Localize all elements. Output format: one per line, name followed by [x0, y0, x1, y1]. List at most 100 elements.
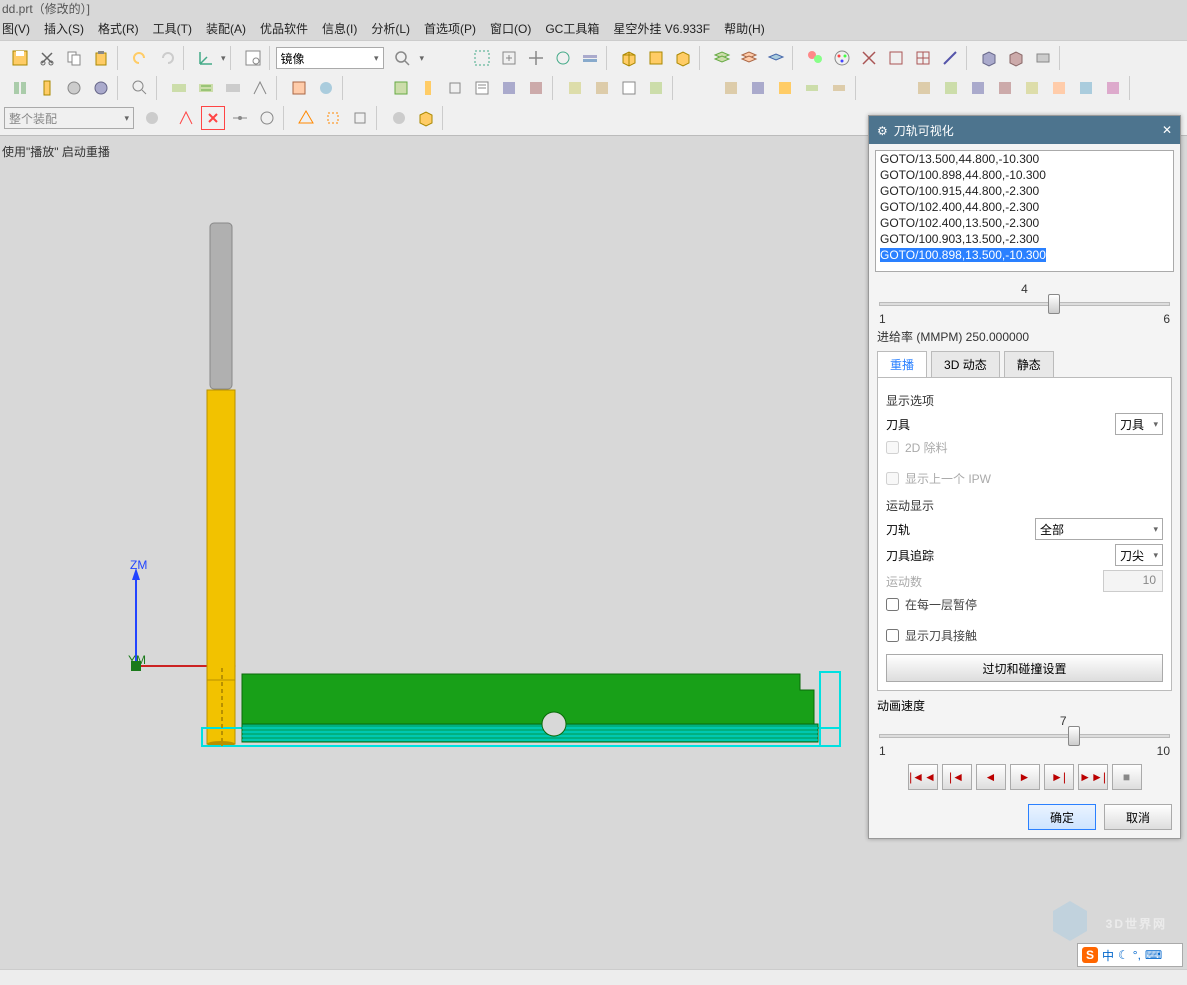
view-front-icon[interactable] [644, 46, 668, 70]
layer-icon[interactable] [578, 46, 602, 70]
r2m-icon[interactable] [993, 76, 1017, 100]
op7-icon[interactable] [314, 76, 338, 100]
slider2-thumb[interactable] [1068, 726, 1080, 746]
goto-line[interactable]: GOTO/102.400,44.800,-2.300 [876, 199, 1173, 215]
r2n-icon[interactable] [1020, 76, 1044, 100]
r2e-icon[interactable] [719, 76, 743, 100]
op5-icon[interactable] [248, 76, 272, 100]
r2h-icon[interactable] [800, 76, 824, 100]
paint-icon[interactable] [830, 46, 854, 70]
method-icon[interactable] [89, 76, 113, 100]
r3c-icon[interactable] [201, 106, 225, 130]
grid-icon[interactable] [911, 46, 935, 70]
measure-icon[interactable] [938, 46, 962, 70]
menu-info[interactable]: 信息(I) [322, 20, 357, 37]
r3i-icon[interactable] [387, 106, 411, 130]
r3h-icon[interactable] [348, 106, 372, 130]
slider1-thumb[interactable] [1048, 294, 1060, 314]
view-trimetric-icon[interactable] [617, 46, 641, 70]
ime-moon-icon[interactable]: ☾ [1118, 948, 1129, 962]
menu-window[interactable]: 窗口(O) [490, 20, 531, 37]
goto-list[interactable]: GOTO/13.500,44.800,-10.300 GOTO/100.898,… [875, 150, 1174, 272]
geom-icon[interactable] [62, 76, 86, 100]
part2-icon[interactable] [1004, 46, 1028, 70]
menu-insert[interactable]: 插入(S) [44, 20, 84, 37]
menu-analysis[interactable]: 分析(L) [371, 20, 410, 37]
goto-line[interactable]: GOTO/100.915,44.800,-2.300 [876, 183, 1173, 199]
panel-header[interactable]: ⚙刀轨可视化 ✕ [869, 116, 1180, 144]
r2b-icon[interactable] [590, 76, 614, 100]
rewind-button[interactable]: ◄ [976, 764, 1006, 790]
menu-tools[interactable]: 工具(T) [153, 20, 192, 37]
search-icon[interactable] [390, 46, 414, 70]
r3g-icon[interactable] [321, 106, 345, 130]
r2o-icon[interactable] [1047, 76, 1071, 100]
tab-3d[interactable]: 3D 动态 [931, 351, 1000, 377]
stop-button[interactable]: ■ [1112, 764, 1142, 790]
r2l-icon[interactable] [966, 76, 990, 100]
horizontal-scrollbar[interactable] [0, 969, 1187, 985]
assembly-combo[interactable]: 整个装配▾ [4, 107, 134, 129]
menu-pref[interactable]: 首选项(P) [424, 20, 476, 37]
menu-view[interactable]: 图(V) [2, 20, 30, 37]
gouge-settings-button[interactable]: 过切和碰撞设置 [886, 654, 1163, 682]
gen-icon[interactable] [389, 76, 413, 100]
part3-icon[interactable] [1031, 46, 1055, 70]
cut-icon[interactable] [35, 46, 59, 70]
pan-icon[interactable] [524, 46, 548, 70]
cancel-button[interactable]: 取消 [1104, 804, 1172, 830]
op3-icon[interactable] [194, 76, 218, 100]
edges-icon[interactable] [857, 46, 881, 70]
verify-icon[interactable] [416, 76, 440, 100]
goto-line[interactable]: GOTO/13.500,44.800,-10.300 [876, 151, 1173, 167]
zoom-icon[interactable] [497, 46, 521, 70]
menu-yupin[interactable]: 优品软件 [260, 20, 308, 37]
view-shaded-icon[interactable] [671, 46, 695, 70]
layers3-icon[interactable] [764, 46, 788, 70]
tool-select[interactable]: 刀具▾ [1115, 413, 1163, 435]
goto-line[interactable]: GOTO/100.898,13.500,-10.300 [876, 247, 1173, 263]
cb-contact[interactable]: 显示刀具接触 [886, 627, 1163, 644]
ime-cn[interactable]: 中 [1102, 947, 1114, 964]
menu-gctool[interactable]: GC工具箱 [545, 20, 599, 37]
selection-combo[interactable]: 镜像▾ [276, 47, 384, 69]
op4-icon[interactable] [221, 76, 245, 100]
ime-sogou-icon[interactable]: S [1082, 947, 1098, 963]
goto-line[interactable]: GOTO/102.400,13.500,-2.300 [876, 215, 1173, 231]
tool-create-icon[interactable] [35, 76, 59, 100]
r3d-icon[interactable] [228, 106, 252, 130]
r3b-icon[interactable] [174, 106, 198, 130]
menu-help[interactable]: 帮助(H) [724, 20, 765, 37]
save-icon[interactable] [8, 46, 32, 70]
wire-icon[interactable] [884, 46, 908, 70]
cb-pause[interactable]: 在每一层暂停 [886, 596, 1163, 613]
close-icon[interactable]: ✕ [1162, 123, 1172, 137]
undo-icon[interactable] [128, 46, 152, 70]
goto-line[interactable]: GOTO/100.898,44.800,-10.300 [876, 167, 1173, 183]
path-select[interactable]: 全部▾ [1035, 518, 1163, 540]
menu-assembly[interactable]: 装配(A) [206, 20, 246, 37]
r2i-icon[interactable] [827, 76, 851, 100]
r2p-icon[interactable] [1074, 76, 1098, 100]
r2k-icon[interactable] [939, 76, 963, 100]
op2-icon[interactable] [167, 76, 191, 100]
menu-format[interactable]: 格式(R) [98, 20, 139, 37]
r2a-icon[interactable] [563, 76, 587, 100]
r2q-icon[interactable] [1101, 76, 1125, 100]
r2c-icon[interactable] [617, 76, 641, 100]
r3f-icon[interactable] [294, 106, 318, 130]
play-button[interactable]: ► [1010, 764, 1040, 790]
slider1[interactable] [879, 302, 1170, 306]
redo-icon[interactable] [155, 46, 179, 70]
post-icon[interactable] [470, 76, 494, 100]
ucs-icon[interactable] [194, 46, 218, 70]
sim-icon[interactable] [443, 76, 467, 100]
render-icon[interactable] [803, 46, 827, 70]
goto-line[interactable]: GOTO/100.903,13.500,-2.300 [876, 231, 1173, 247]
r3a-icon[interactable] [140, 106, 164, 130]
part1-icon[interactable] [977, 46, 1001, 70]
r2j-icon[interactable] [912, 76, 936, 100]
next-frame-button[interactable]: ►| [1044, 764, 1074, 790]
r3j-icon[interactable] [414, 106, 438, 130]
first-button[interactable]: |◄◄ [908, 764, 938, 790]
